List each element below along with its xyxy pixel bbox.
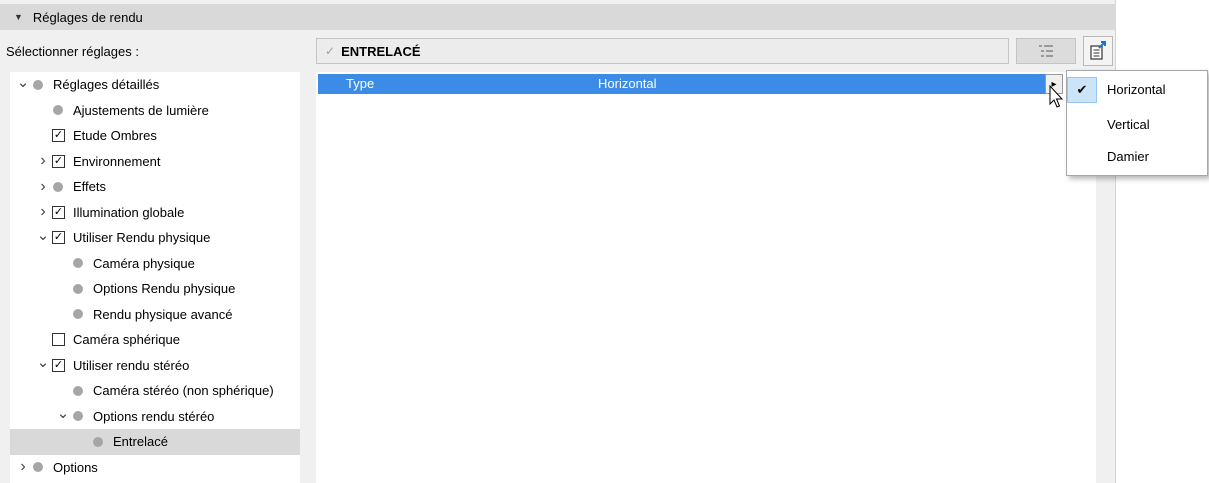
tree-item-label: Entrelacé	[113, 434, 168, 450]
tree-item[interactable]: › ✓ Illumination globale	[10, 200, 300, 226]
tree-item-label: Caméra physique	[93, 255, 195, 271]
chevron-right-icon[interactable]: ›	[36, 178, 50, 196]
selected-parameter-row[interactable]: Type Horizontal	[318, 74, 1058, 94]
tree-item-label: Environnement	[73, 153, 161, 169]
tree-item-label: Etude Ombres	[73, 128, 157, 144]
chevron-right-icon[interactable]: ›	[36, 203, 50, 221]
chevron-down-icon[interactable]: ⌄	[16, 73, 30, 91]
dot-icon	[93, 436, 103, 447]
detail-panel: Type Horizontal	[316, 72, 1096, 483]
tree-item-label: Options	[53, 459, 98, 475]
dot-icon	[33, 462, 43, 473]
dropdown-option-label: Horizontal	[1107, 82, 1166, 97]
preset-selector[interactable]: ✓ ENTRELACÉ	[316, 38, 1009, 64]
tree-item[interactable]: › ✓ Environnement	[10, 149, 300, 175]
mouse-pointer-icon	[1049, 84, 1064, 108]
dropdown-option[interactable]: Damier	[1067, 142, 1207, 172]
tree-item-label: Options rendu stéréo	[93, 408, 215, 424]
export-settings-icon	[1090, 41, 1106, 60]
checkbox-checked[interactable]: ✓	[52, 358, 65, 372]
tree-item-label: Utiliser rendu stéréo	[73, 357, 190, 373]
checkbox-unchecked[interactable]	[52, 333, 65, 347]
tree-item[interactable]: ⌄ Réglages détaillés	[10, 72, 300, 98]
parameter-name: Type	[346, 76, 375, 91]
section-header[interactable]: ▼ Réglages de rendu	[0, 4, 1116, 30]
tree-item[interactable]: Entrelacé	[10, 429, 300, 455]
list-settings-button[interactable]	[1016, 38, 1076, 64]
dot-icon	[53, 181, 63, 192]
tree-item-label: Effets	[73, 179, 107, 195]
checkbox-checked[interactable]: ✓	[52, 129, 65, 143]
tree-item-label: Illumination globale	[73, 204, 185, 220]
tree-item-label: Ajustements de lumière	[73, 102, 209, 118]
tree-item-label: Utiliser Rendu physique	[73, 230, 211, 246]
tree-item[interactable]: ⌄ ✓ Utiliser Rendu physique	[10, 225, 300, 251]
tree-item-label: Rendu physique avancé	[93, 306, 233, 322]
section-title: Réglages de rendu	[32, 9, 143, 25]
chevron-right-icon[interactable]: ›	[16, 458, 30, 476]
dot-icon	[73, 309, 83, 320]
tree-item[interactable]: › Effets	[10, 174, 300, 200]
tree-item[interactable]: › Options	[10, 455, 300, 481]
checkbox-checked[interactable]: ✓	[52, 231, 65, 245]
export-settings-button[interactable]	[1083, 36, 1113, 66]
checkmark-icon: ✓	[325, 44, 336, 58]
parameter-value: Horizontal	[598, 76, 657, 91]
tree-item-label: Caméra sphérique	[73, 332, 180, 348]
type-dropdown-menu: ✔ Horizontal Vertical Damier	[1066, 70, 1208, 176]
dot-icon	[73, 411, 83, 422]
checkmark-icon: ✔	[1067, 77, 1097, 103]
dot-icon	[33, 79, 43, 90]
tree-item[interactable]: Ajustements de lumière	[10, 98, 300, 124]
render-settings-panel: ▼ Réglages de rendu Sélectionner réglage…	[0, 0, 1116, 483]
chevron-right-icon[interactable]: ›	[36, 152, 50, 170]
tree-item-label: Réglages détaillés	[53, 77, 160, 93]
tree-item[interactable]: Rendu physique avancé	[10, 302, 300, 328]
tree-item[interactable]: Caméra sphérique	[10, 327, 300, 353]
tree-item[interactable]: ⌄ Options rendu stéréo	[10, 404, 300, 430]
tree-item-label: Caméra stéréo (non sphérique)	[93, 383, 274, 399]
tree-item[interactable]: ⌄ ✓ Utiliser rendu stéréo	[10, 353, 300, 379]
checkbox-checked[interactable]: ✓	[52, 205, 65, 219]
dropdown-option[interactable]: Vertical	[1067, 110, 1207, 140]
dot-icon	[73, 385, 83, 396]
dropdown-option[interactable]: ✔ Horizontal	[1067, 75, 1207, 105]
tree-item[interactable]: ✓ Etude Ombres	[10, 123, 300, 149]
chevron-down-icon[interactable]: ⌄	[36, 226, 50, 244]
dot-icon	[73, 258, 83, 269]
preset-name: ENTRELACÉ	[341, 43, 421, 59]
chevron-down-icon[interactable]: ⌄	[56, 404, 70, 422]
triangle-down-icon: ▼	[14, 12, 23, 22]
settings-tree: ⌄ Réglages détaillés Ajustements de lumièr…	[10, 72, 300, 483]
chevron-down-icon[interactable]: ⌄	[36, 353, 50, 371]
list-settings-icon	[1039, 45, 1053, 57]
tree-item-label: Options Rendu physique	[93, 281, 236, 297]
dot-icon	[73, 283, 83, 294]
tree-item[interactable]: Options Rendu physique	[10, 276, 300, 302]
checkbox-checked[interactable]: ✓	[52, 154, 65, 168]
tree-item[interactable]: Caméra stéréo (non sphérique)	[10, 378, 300, 404]
tree-item[interactable]: Caméra physique	[10, 251, 300, 277]
dropdown-option-label: Damier	[1107, 149, 1149, 164]
dropdown-option-label: Vertical	[1107, 117, 1150, 132]
dot-icon	[53, 105, 63, 116]
select-settings-label: Sélectionner réglages :	[6, 44, 139, 59]
